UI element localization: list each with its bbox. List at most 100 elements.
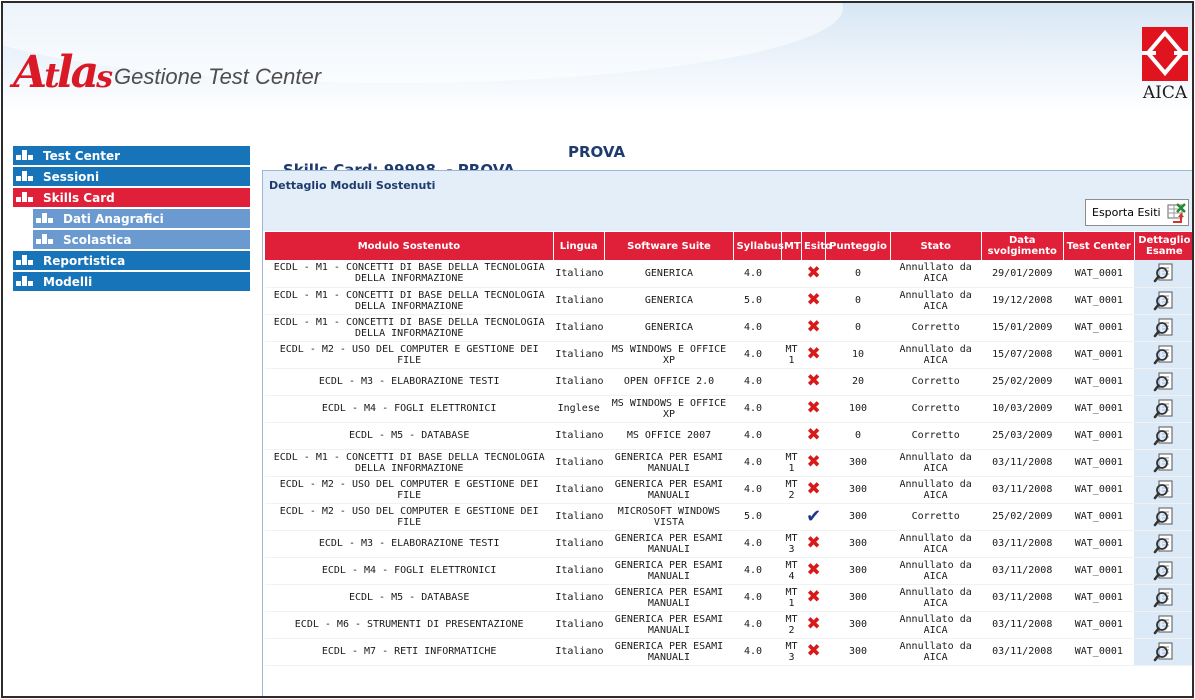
cell-mt: MT 4 [781,557,802,585]
cell-dettaglio [1134,368,1192,396]
cell-dettaglio [1134,530,1192,558]
cell-esito: ✖ [801,638,826,666]
nav-blocks-icon [13,251,33,270]
cell-mt [781,395,802,423]
magnifier-document-icon[interactable] [1153,587,1175,609]
table-row: ECDL - M1 - CONCETTI DI BASE DELLA TECNO… [265,314,1192,342]
cell-punteggio: 20 [825,368,891,396]
magnifier-document-icon[interactable] [1153,262,1175,284]
cell-software-suite: GENERICA PER ESAMI MANUALI [604,611,734,639]
cell-dettaglio [1134,503,1192,531]
magnifier-document-icon[interactable] [1153,479,1175,501]
cell-dettaglio [1134,557,1192,585]
cell-test-center: WAT_0001 [1063,638,1135,666]
close-x-icon: ✖ [806,452,821,472]
column-header-col-stato: Stato [890,232,982,260]
cell-data: 03/11/2008 [981,449,1064,477]
cell-test-center: WAT_0001 [1063,395,1135,423]
cell-punteggio: 0 [825,260,891,288]
column-header-col-mt: MT [781,232,803,260]
cell-esito: ✖ [801,368,826,396]
cell-data: 03/11/2008 [981,476,1064,504]
nav-blocks-icon [13,167,33,186]
sidebar-item-test-center[interactable]: Test Center [13,146,250,165]
atlas-logo[interactable]: Atlas Gestione Test Center [13,48,321,98]
cell-punteggio: 300 [825,638,891,666]
cell-mt [781,287,802,315]
close-x-icon: ✖ [806,479,821,499]
cell-data: 03/11/2008 [981,638,1064,666]
cell-data: 15/01/2009 [981,314,1064,342]
cell-lingua: Italiano [553,422,605,450]
magnifier-document-icon[interactable] [1153,398,1175,420]
cell-punteggio: 300 [825,611,891,639]
cell-stato: Annullato da AICA [890,476,982,504]
magnifier-document-icon[interactable] [1153,506,1175,528]
magnifier-document-icon[interactable] [1153,371,1175,393]
magnifier-document-icon[interactable] [1153,614,1175,636]
cell-software-suite: GENERICA PER ESAMI MANUALI [604,476,734,504]
magnifier-document-icon[interactable] [1153,533,1175,555]
magnifier-document-icon[interactable] [1153,290,1175,312]
close-x-icon: ✖ [806,290,821,310]
magnifier-document-icon[interactable] [1153,560,1175,582]
cell-esito: ✖ [801,287,826,315]
sidebar-item-reportistica[interactable]: Reportistica [13,251,250,270]
table-row: ECDL - M1 - CONCETTI DI BASE DELLA TECNO… [265,449,1192,477]
column-header-col-syllabus: Syllabus [733,232,784,260]
table-header-row: Modulo Sostenuto Lingua Software Suite Syll… [265,232,1192,260]
header: Atlas Gestione Test Center AICA [3,3,1192,113]
sidebar-item-skills-card[interactable]: Skills Card [13,188,250,207]
cell-syllabus: 4.0 [733,557,782,585]
cell-lingua: Italiano [553,341,605,369]
magnifier-document-icon[interactable] [1153,317,1175,339]
sidebar-item-sessioni[interactable]: Sessioni [13,167,250,186]
cell-dettaglio [1134,611,1192,639]
cell-modulo: ECDL - M5 - DATABASE [265,584,554,612]
column-header-col-esito: Esito [801,232,832,260]
cell-syllabus: 5.0 [733,503,782,531]
sidebar-item-scolastica[interactable]: Scolastica [33,230,250,249]
cell-stato: Annullato da AICA [890,638,982,666]
cell-mt [781,422,802,450]
sidebar-item-label: Reportistica [43,253,126,268]
cell-lingua: Italiano [553,530,605,558]
cell-syllabus: 4.0 [733,341,782,369]
magnifier-document-icon[interactable] [1153,641,1175,663]
export-results-button[interactable]: Esporta Esiti [1085,199,1189,226]
cell-modulo: ECDL - M1 - CONCETTI DI BASE DELLA TECNO… [265,260,554,288]
sidebar-item-label: Modelli [43,274,93,289]
cell-esito: ✖ [801,584,826,612]
cell-stato: Corretto [890,368,982,396]
cell-data: 03/11/2008 [981,557,1064,585]
cell-data: 25/02/2009 [981,368,1064,396]
cell-test-center: WAT_0001 [1063,557,1135,585]
cell-dettaglio [1134,638,1192,666]
sidebar-item-modelli[interactable]: Modelli [13,272,250,291]
cell-esito: ✖ [801,476,826,504]
cell-software-suite: MS WINDOWS E OFFICE XP [604,341,734,369]
cell-punteggio: 0 [825,287,891,315]
table-row: ECDL - M1 - CONCETTI DI BASE DELLA TECNO… [265,260,1192,288]
cell-syllabus: 4.0 [733,422,782,450]
cell-punteggio: 100 [825,395,891,423]
table-row: ECDL - M4 - FOGLI ELETTRONICI Inglese MS W… [265,395,1192,423]
modules-table: Modulo Sostenuto Lingua Software Suite Syll… [265,232,1192,666]
sidebar-item-dati-anagrafici[interactable]: Dati Anagrafici [33,209,250,228]
magnifier-document-icon[interactable] [1153,344,1175,366]
cell-test-center: WAT_0001 [1063,341,1135,369]
magnifier-document-icon[interactable] [1153,452,1175,474]
cell-mt: MT 3 [781,638,802,666]
aica-logo-text: AICA [1142,83,1188,103]
cell-mt: MT 1 [781,449,802,477]
excel-export-icon [1165,202,1187,224]
cell-lingua: Italiano [553,260,605,288]
table-row: ECDL - M3 - ELABORAZIONE TESTI Italiano GE… [265,530,1192,558]
cell-stato: Annullato da AICA [890,611,982,639]
cell-software-suite: GENERICA PER ESAMI MANUALI [604,530,734,558]
sidebar-item-label: Sessioni [43,169,100,184]
magnifier-document-icon[interactable] [1153,425,1175,447]
cell-syllabus: 4.0 [733,314,782,342]
cell-syllabus: 4.0 [733,395,782,423]
table-row: ECDL - M5 - DATABASE Italiano GENERICA PER… [265,584,1192,612]
